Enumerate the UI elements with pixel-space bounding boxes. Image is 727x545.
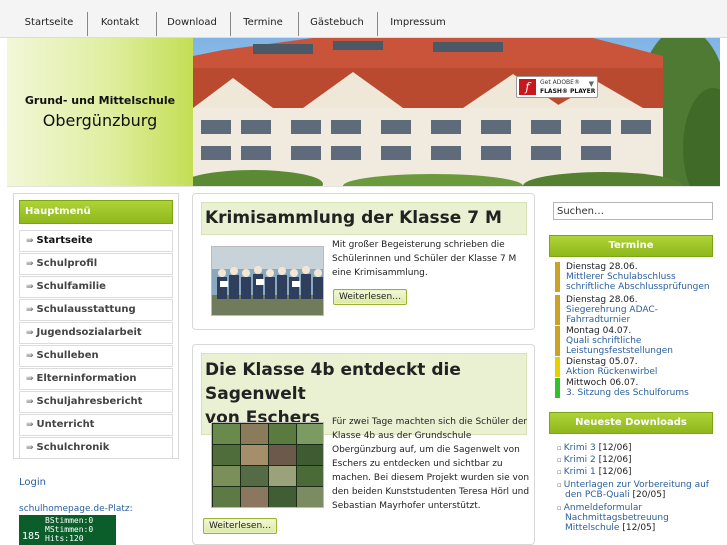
article-image (211, 422, 324, 508)
arrow-icon: ⇛ (26, 397, 34, 407)
arrow-icon: ⇛ (26, 420, 34, 430)
arrow-icon: ⇛ (26, 282, 34, 292)
nav-kontakt[interactable]: Kontakt (92, 0, 148, 38)
bullet-icon: ▫ (557, 468, 562, 476)
event-item: Mittwoch 06.07. 3. Sitzung des Schulforu… (555, 378, 713, 398)
nav-separator (156, 12, 157, 36)
counter-bstimmen: BStimmen:0 (45, 516, 94, 525)
article-sagenwelt: Die Klasse 4b entdeckt die Sagenwelt von… (192, 344, 535, 545)
nav-separator (87, 12, 88, 36)
nav-separator (298, 12, 299, 36)
schulhomepage-counter[interactable]: 185 BStimmen:0 MStimmen:0 Hits:120 (19, 515, 116, 545)
article-krimisammlung: Krimisammlung der Klasse 7 M Mit großer … (192, 193, 535, 330)
event-item: Dienstag 28.06. Mittlerer Schulabschluss… (555, 262, 713, 292)
arrow-icon: ⇛ (26, 305, 34, 315)
counter-rank: 185 (22, 531, 41, 542)
event-item: Dienstag 28.06. Siegerehrung ADAC- Fahrr… (555, 295, 713, 325)
header-brand-panel: Grund- und Mittelschule Obergünzburg (7, 38, 193, 186)
login-link[interactable]: Login (19, 477, 46, 488)
arrow-icon: ⇛ (26, 374, 34, 384)
article-title[interactable]: Krimisammlung der Klasse 7 M (201, 202, 527, 235)
nav-separator (230, 12, 231, 36)
menu-item-schulprofil[interactable]: ⇛ Schulprofil (19, 253, 173, 275)
download-item[interactable]: ▫ Krimi 2 [12/06] (557, 455, 717, 465)
flash-badge-product: FLASH® PLAYER (540, 88, 596, 95)
bullet-icon: ▫ (557, 444, 562, 452)
arrow-icon: ⇛ (26, 236, 34, 246)
downloads-title: Neueste Downloads (549, 412, 713, 434)
nav-download[interactable]: Download (162, 0, 222, 38)
main-menu: Hauptmenü ⇛ Startseite ⇛ Schulprofil ⇛ Schu… (13, 193, 179, 459)
schulhomepage-rank-label[interactable]: schulhomepage.de-Platz: (19, 504, 133, 514)
main-menu-title: Hauptmenü (19, 200, 173, 224)
article-teaser: Mit großer Begeisterung schrieben die Sc… (332, 240, 517, 278)
arrow-icon: ⇛ (26, 351, 34, 361)
menu-item-schulleben[interactable]: ⇛ Schulleben (19, 345, 173, 367)
menu-item-schuljahresbericht[interactable]: ⇛ Schuljahresbericht (19, 391, 173, 413)
termine-title: Termine (549, 235, 713, 257)
nav-termine[interactable]: Termine (236, 0, 290, 38)
menu-item-elterninformation[interactable]: ⇛ Elterninformation (19, 368, 173, 390)
school-type: Grund- und Mittelschule (24, 94, 176, 107)
bullet-icon: ▫ (557, 481, 562, 489)
nav-separator (377, 12, 378, 36)
download-arrow-icon: ▼ (588, 80, 594, 88)
counter-hits: Hits:120 (45, 534, 84, 543)
article-teaser: Für zwei Tage machten sich die Schüler d… (332, 417, 530, 511)
flash-badge-get: Get ADOBE® (540, 79, 580, 86)
header-school-photo: f Get ADOBE® FLASH® PLAYER ▼ (193, 38, 720, 186)
menu-item-schulausstattung[interactable]: ⇛ Schulausstattung (19, 299, 173, 321)
site-header: Grund- und Mittelschule Obergünzburg f G… (7, 38, 720, 186)
bullet-icon: ▫ (557, 456, 562, 464)
arrow-icon: ⇛ (26, 259, 34, 269)
school-building-image (193, 38, 720, 186)
event-item: Montag 04.07. Quali schriftliche Leistun… (555, 326, 713, 356)
read-more-button[interactable]: Weiterlesen… (333, 289, 408, 305)
top-navigation: Startseite Kontakt Download Termine Gäst… (0, 0, 727, 38)
class-photo-image (212, 247, 323, 315)
get-flash-player-badge[interactable]: f Get ADOBE® FLASH® PLAYER ▼ (516, 76, 598, 98)
event-item: Dienstag 05.07. Aktion Rückenwirbel (555, 357, 713, 377)
arrow-icon: ⇛ (26, 328, 34, 338)
download-item[interactable]: ▫ Unterlagen zur Vorbereitung auf den PCB… (557, 480, 717, 500)
school-name: Obergünzburg (42, 111, 158, 130)
arrow-icon: ⇛ (26, 443, 34, 453)
menu-item-unterricht[interactable]: ⇛ Unterricht (19, 414, 173, 436)
nav-startseite[interactable]: Startseite (18, 0, 80, 38)
nav-gaestebuch[interactable]: Gästebuch (304, 0, 370, 38)
download-item[interactable]: ▫ Krimi 3 [12/06] (557, 443, 717, 453)
flash-logo-icon: f (519, 79, 536, 95)
counter-mstimmen: MStimmen:0 (45, 525, 94, 534)
download-item[interactable]: ▫ Anmeldeformular Nachmittagsbetreuung Mi… (557, 503, 717, 533)
bullet-icon: ▫ (557, 504, 562, 512)
search-input[interactable] (553, 202, 713, 220)
download-item[interactable]: ▫ Krimi 1 [12/06] (557, 467, 717, 477)
read-more-button[interactable]: Weiterlesen… (203, 518, 278, 534)
menu-item-schulfamilie[interactable]: ⇛ Schulfamilie (19, 276, 173, 298)
nav-impressum[interactable]: Impressum (384, 0, 452, 38)
menu-item-schulchronik[interactable]: ⇛ Schulchronik (19, 437, 173, 459)
menu-item-startseite[interactable]: ⇛ Startseite (19, 230, 173, 252)
photo-collage-image (212, 423, 323, 507)
article-image (211, 246, 324, 316)
header-divider (7, 186, 720, 187)
menu-item-jugendsozialarbeit[interactable]: ⇛ Jugendsozialarbeit (19, 322, 173, 344)
